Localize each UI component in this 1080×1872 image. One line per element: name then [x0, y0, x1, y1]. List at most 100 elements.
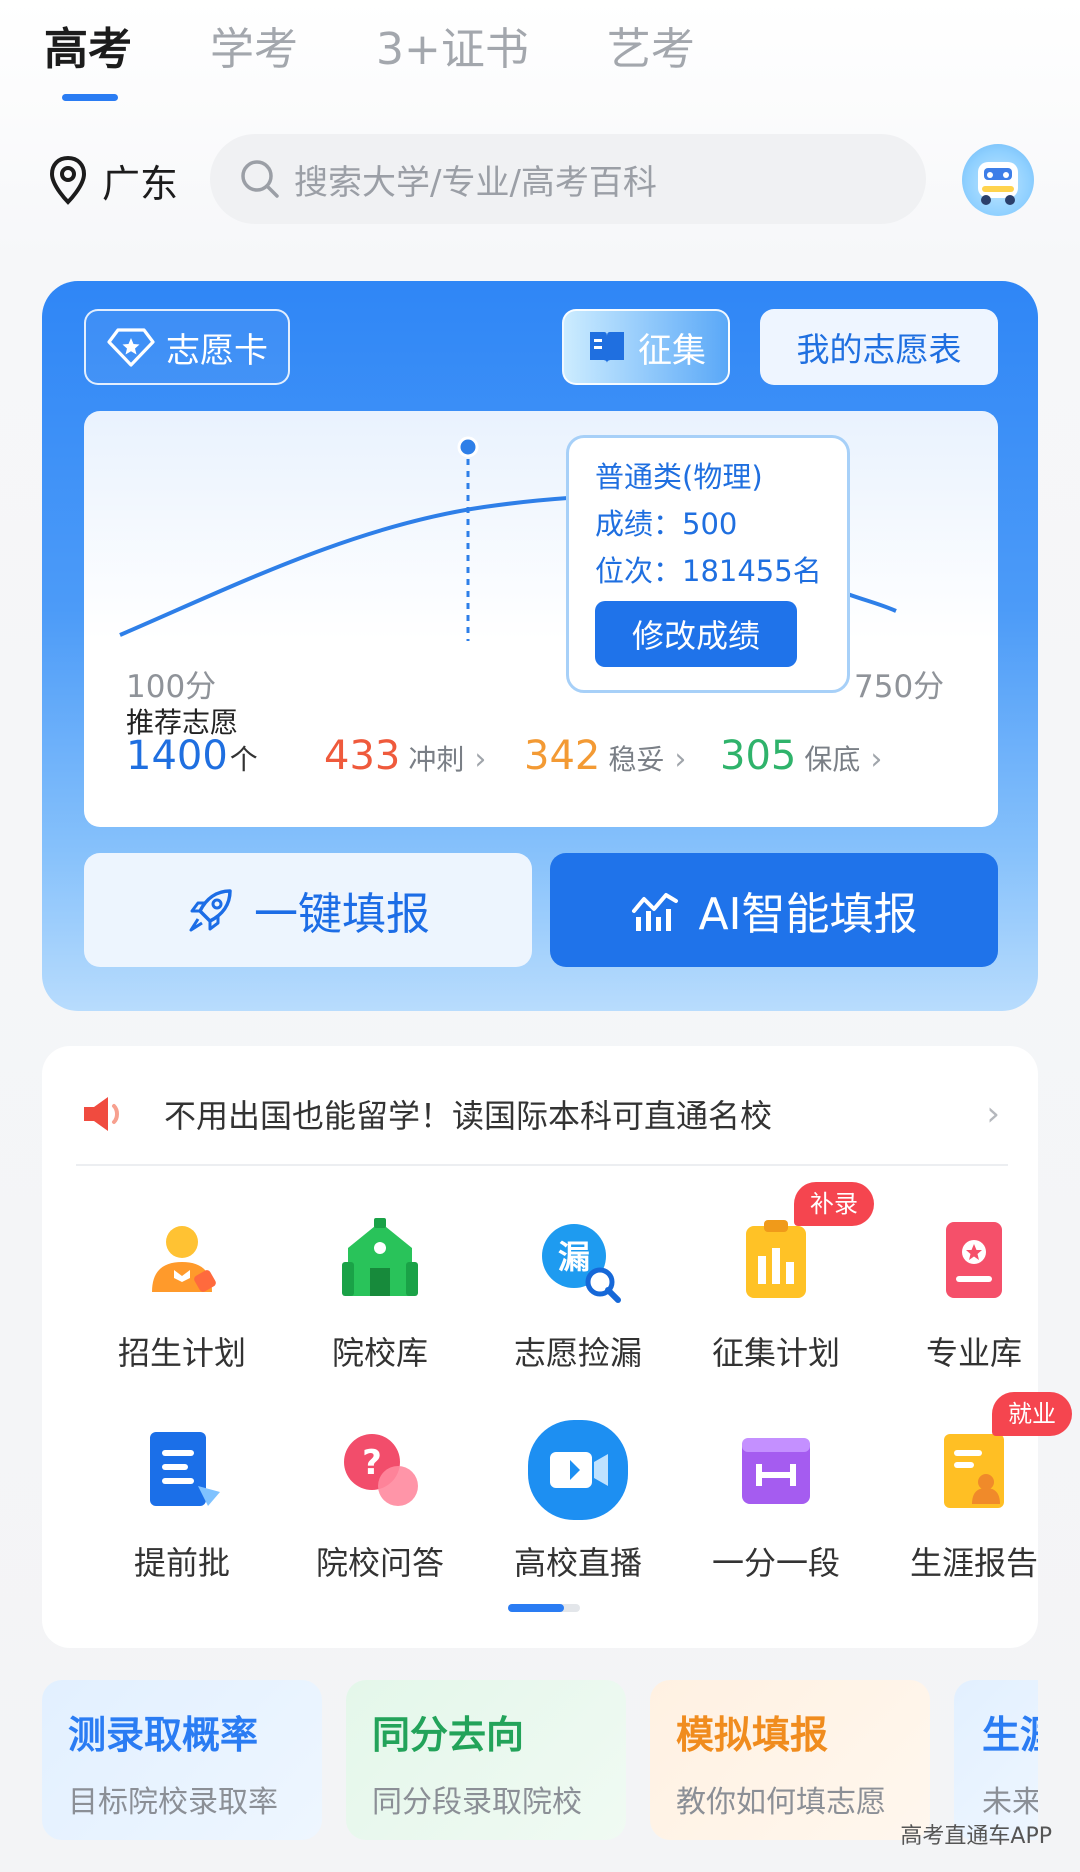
search-input[interactable]: 搜索大学/专业/高考百科	[210, 134, 926, 224]
svg-text:漏: 漏	[558, 1238, 590, 1276]
feature-subtitle: 教你如何填志愿	[676, 1785, 886, 1820]
tab-certificate-label: 3+证书	[376, 24, 529, 75]
tool-collect-plan[interactable]: 补录 征集计划	[676, 1176, 876, 1372]
tab-yikao[interactable]: 艺考	[607, 18, 695, 82]
early-batch-icon	[150, 1432, 220, 1506]
tool-school-library-label: 院校库	[331, 1334, 428, 1372]
quick-fill-button[interactable]: 一键填报	[84, 853, 532, 967]
tool-leak-search-label: 志愿捡漏	[513, 1334, 642, 1372]
page-indicator	[508, 1604, 580, 1612]
axis-max-label: 750分	[854, 669, 945, 705]
stat-rush-label: 冲刺	[408, 743, 465, 776]
tool-leak-search[interactable]: 漏 志愿捡漏	[478, 1176, 678, 1372]
tool-enrollment-plan[interactable]: 招生计划	[82, 1176, 282, 1372]
tooltip-score: 成绩：500	[595, 507, 738, 541]
tab-gaokao-label: 高考	[44, 24, 132, 75]
location-pin-icon	[49, 155, 87, 205]
tool-live-video-label: 高校直播	[513, 1544, 642, 1582]
chart-trend-icon	[632, 893, 679, 931]
page-indicator-active	[508, 1604, 564, 1612]
book-icon	[590, 332, 624, 363]
volunteer-card-button[interactable]: 志愿卡	[84, 309, 290, 385]
tool-early-batch-label: 提前批	[133, 1544, 230, 1582]
stat-rush-value: 433	[324, 733, 401, 779]
notice-banner[interactable]: 不用出国也能留学！读国际本科可直通名校 ›	[80, 1082, 1000, 1146]
active-tab-indicator	[62, 94, 118, 101]
stat-safe-value: 305	[720, 733, 797, 779]
top-tab-bar: 高考 学考 3+证书 艺考	[44, 18, 773, 108]
my-volunteer-table-button[interactable]: 我的志愿表	[760, 309, 998, 385]
chevron-right-icon: ›	[870, 742, 883, 777]
recommend-count-value: 1400	[126, 733, 228, 779]
search-icon	[241, 160, 279, 198]
collect-plan-icon	[746, 1220, 806, 1298]
volunteer-hero-card: 志愿卡 征集 我的志愿表 普通类(物理) 成绩：500 位次：181455名 修…	[42, 281, 1038, 1011]
speaker-icon	[84, 1097, 119, 1131]
feature-career[interactable]: 生涯 未来	[954, 1680, 1038, 1840]
chevron-right-icon: ›	[986, 1094, 1000, 1134]
tool-early-batch[interactable]: 提前批	[82, 1386, 282, 1582]
stat-safe-label: 保底	[804, 743, 861, 776]
tool-major-library[interactable]: 专业库	[874, 1176, 1074, 1372]
score-distribution-panel: 普通类(物理) 成绩：500 位次：181455名 修改成绩 100分 750分…	[84, 411, 998, 827]
avatar[interactable]	[962, 144, 1034, 216]
feature-same-score[interactable]: 同分去向 同分段录取院校	[346, 1680, 626, 1840]
diamond-badge-icon	[107, 328, 155, 367]
tools-card: 不用出国也能留学！读国际本科可直通名校 › 招生计划 院校库 漏 志愿捡漏 补录…	[42, 1046, 1072, 1648]
feature-title: 同分去向	[372, 1713, 525, 1757]
tool-live-video[interactable]: 高校直播	[478, 1386, 678, 1582]
stat-stable-value: 342	[524, 733, 601, 779]
score-segment-icon	[742, 1438, 810, 1504]
stat-safe[interactable]: 305 保底 ›	[720, 733, 882, 779]
feature-title: 模拟填报	[676, 1713, 829, 1757]
tool-collect-plan-label: 征集计划	[711, 1334, 840, 1372]
tool-school-library[interactable]: 院校库	[280, 1176, 480, 1372]
stat-rush[interactable]: 433 冲刺 ›	[324, 733, 486, 779]
my-volunteer-table-label: 我的志愿表	[796, 330, 962, 369]
badge-supplement: 补录	[794, 1182, 874, 1226]
tool-school-qa[interactable]: ? 院校问答	[280, 1386, 480, 1582]
recommend-count-unit: 个	[229, 743, 258, 776]
collect-label: 征集	[638, 330, 706, 371]
tab-certificate[interactable]: 3+证书	[376, 18, 529, 82]
tool-score-segment-label: 一分一段	[711, 1544, 840, 1582]
chevron-right-icon: ›	[474, 742, 487, 777]
feature-subtitle: 同分段录取院校	[372, 1785, 582, 1820]
feature-title: 生涯	[982, 1713, 1038, 1757]
recommend-count[interactable]: 1400个	[126, 733, 258, 779]
feature-admission-probability[interactable]: 测录取概率 目标院校录取率	[42, 1680, 322, 1840]
tab-xuekao[interactable]: 学考	[210, 18, 298, 82]
tool-school-qa-label: 院校问答	[315, 1544, 444, 1582]
feature-mock-fill[interactable]: 模拟填报 教你如何填志愿	[650, 1680, 930, 1840]
score-tooltip: 普通类(物理) 成绩：500 位次：181455名 修改成绩	[566, 435, 850, 693]
divider	[76, 1164, 1008, 1166]
stat-stable[interactable]: 342 稳妥 ›	[524, 733, 686, 779]
volunteer-card-label: 志愿卡	[166, 330, 268, 371]
tooltip-category: 普通类(物理)	[595, 460, 763, 494]
app-watermark: 高考直通车APP	[900, 1824, 1052, 1849]
stat-stable-label: 稳妥	[608, 743, 665, 776]
feature-subtitle: 目标院校录取率	[68, 1785, 278, 1820]
feature-title: 测录取概率	[68, 1713, 259, 1757]
search-placeholder: 搜索大学/专业/高考百科	[294, 162, 657, 203]
bus-mascot-icon	[978, 162, 1018, 205]
badge-employment: 就业	[992, 1392, 1072, 1436]
live-video-icon	[528, 1420, 628, 1520]
location-selector[interactable]: 广东	[48, 152, 178, 208]
edit-score-button[interactable]: 修改成绩	[595, 601, 797, 667]
tool-score-segment[interactable]: 一分一段	[676, 1386, 876, 1582]
tab-yikao-label: 艺考	[606, 24, 695, 75]
tool-enrollment-plan-label: 招生计划	[117, 1334, 246, 1372]
major-library-icon	[946, 1222, 1002, 1298]
leak-search-icon: 漏	[542, 1224, 621, 1303]
tab-gaokao[interactable]: 高考	[44, 18, 132, 101]
collect-button[interactable]: 征集	[562, 309, 730, 385]
notice-text: 不用出国也能留学！读国际本科可直通名校	[164, 1097, 773, 1135]
feature-subtitle: 未来	[982, 1785, 1038, 1820]
tool-career-report[interactable]: 就业 生涯报告	[874, 1386, 1074, 1582]
ai-fill-button[interactable]: AI智能填报	[550, 853, 998, 967]
school-library-icon	[342, 1218, 418, 1296]
tab-xuekao-label: 学考	[210, 24, 298, 75]
svg-text:?: ?	[362, 1443, 382, 1483]
enrollment-plan-icon	[152, 1226, 216, 1292]
